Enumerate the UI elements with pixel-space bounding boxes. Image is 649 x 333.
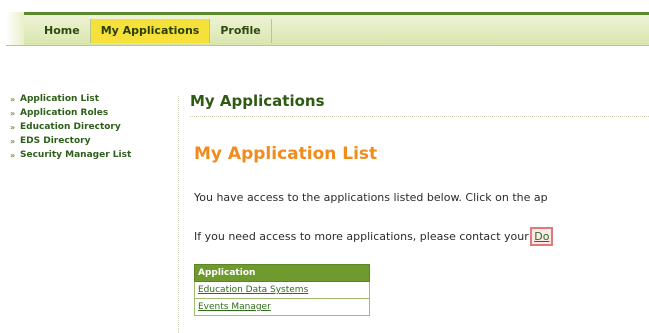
nav-tabs: Home My Applications Profile: [36, 19, 272, 43]
sidebar-item-eds-directory[interactable]: » EDS Directory: [10, 136, 160, 147]
tab-profile[interactable]: Profile: [210, 19, 272, 43]
tab-my-applications[interactable]: My Applications: [90, 19, 211, 43]
sidebar-item-application-roles[interactable]: » Application Roles: [10, 108, 160, 119]
applications-table: Application Education Data Systems Event…: [194, 264, 370, 316]
table-cell: Events Manager: [194, 298, 370, 316]
bullet-icon: »: [10, 137, 16, 146]
section-title: My Application List: [194, 144, 378, 164]
sidebar-item-label: Application List: [20, 94, 100, 104]
sidebar-item-education-directory[interactable]: » Education Directory: [10, 122, 160, 133]
page-title: My Applications: [190, 92, 325, 110]
sidebar-item-label: EDS Directory: [20, 136, 91, 146]
tab-home[interactable]: Home: [36, 19, 91, 43]
application-link[interactable]: Events Manager: [198, 302, 271, 312]
table-cell: Education Data Systems: [194, 281, 370, 299]
title-divider: [190, 116, 649, 117]
sidebar: » Application List » Application Roles »…: [10, 94, 160, 164]
table-row: Events Manager: [194, 298, 370, 316]
bullet-icon: »: [10, 95, 16, 104]
sidebar-item-label: Application Roles: [20, 108, 109, 118]
application-link[interactable]: Education Data Systems: [198, 285, 308, 295]
contact-instructions: If you need access to more applications,…: [194, 227, 554, 246]
column-header-application: Application: [194, 264, 370, 282]
table-row: Education Data Systems: [194, 281, 370, 299]
sidebar-item-label: Education Directory: [20, 122, 121, 132]
contact-link[interactable]: Do: [530, 227, 554, 246]
sidebar-item-security-manager-list[interactable]: » Security Manager List: [10, 150, 160, 161]
bullet-icon: »: [10, 123, 16, 132]
bullet-icon: »: [10, 151, 16, 160]
sidebar-divider: [178, 96, 180, 333]
top-nav-bar: Home My Applications Profile: [6, 12, 649, 46]
bullet-icon: »: [10, 109, 16, 118]
table-header-row: Application: [194, 264, 370, 282]
access-description: You have access to the applications list…: [194, 191, 548, 204]
sidebar-item-application-list[interactable]: » Application List: [10, 94, 160, 105]
contact-text: If you need access to more applications,…: [194, 230, 533, 243]
sidebar-item-label: Security Manager List: [20, 150, 132, 160]
